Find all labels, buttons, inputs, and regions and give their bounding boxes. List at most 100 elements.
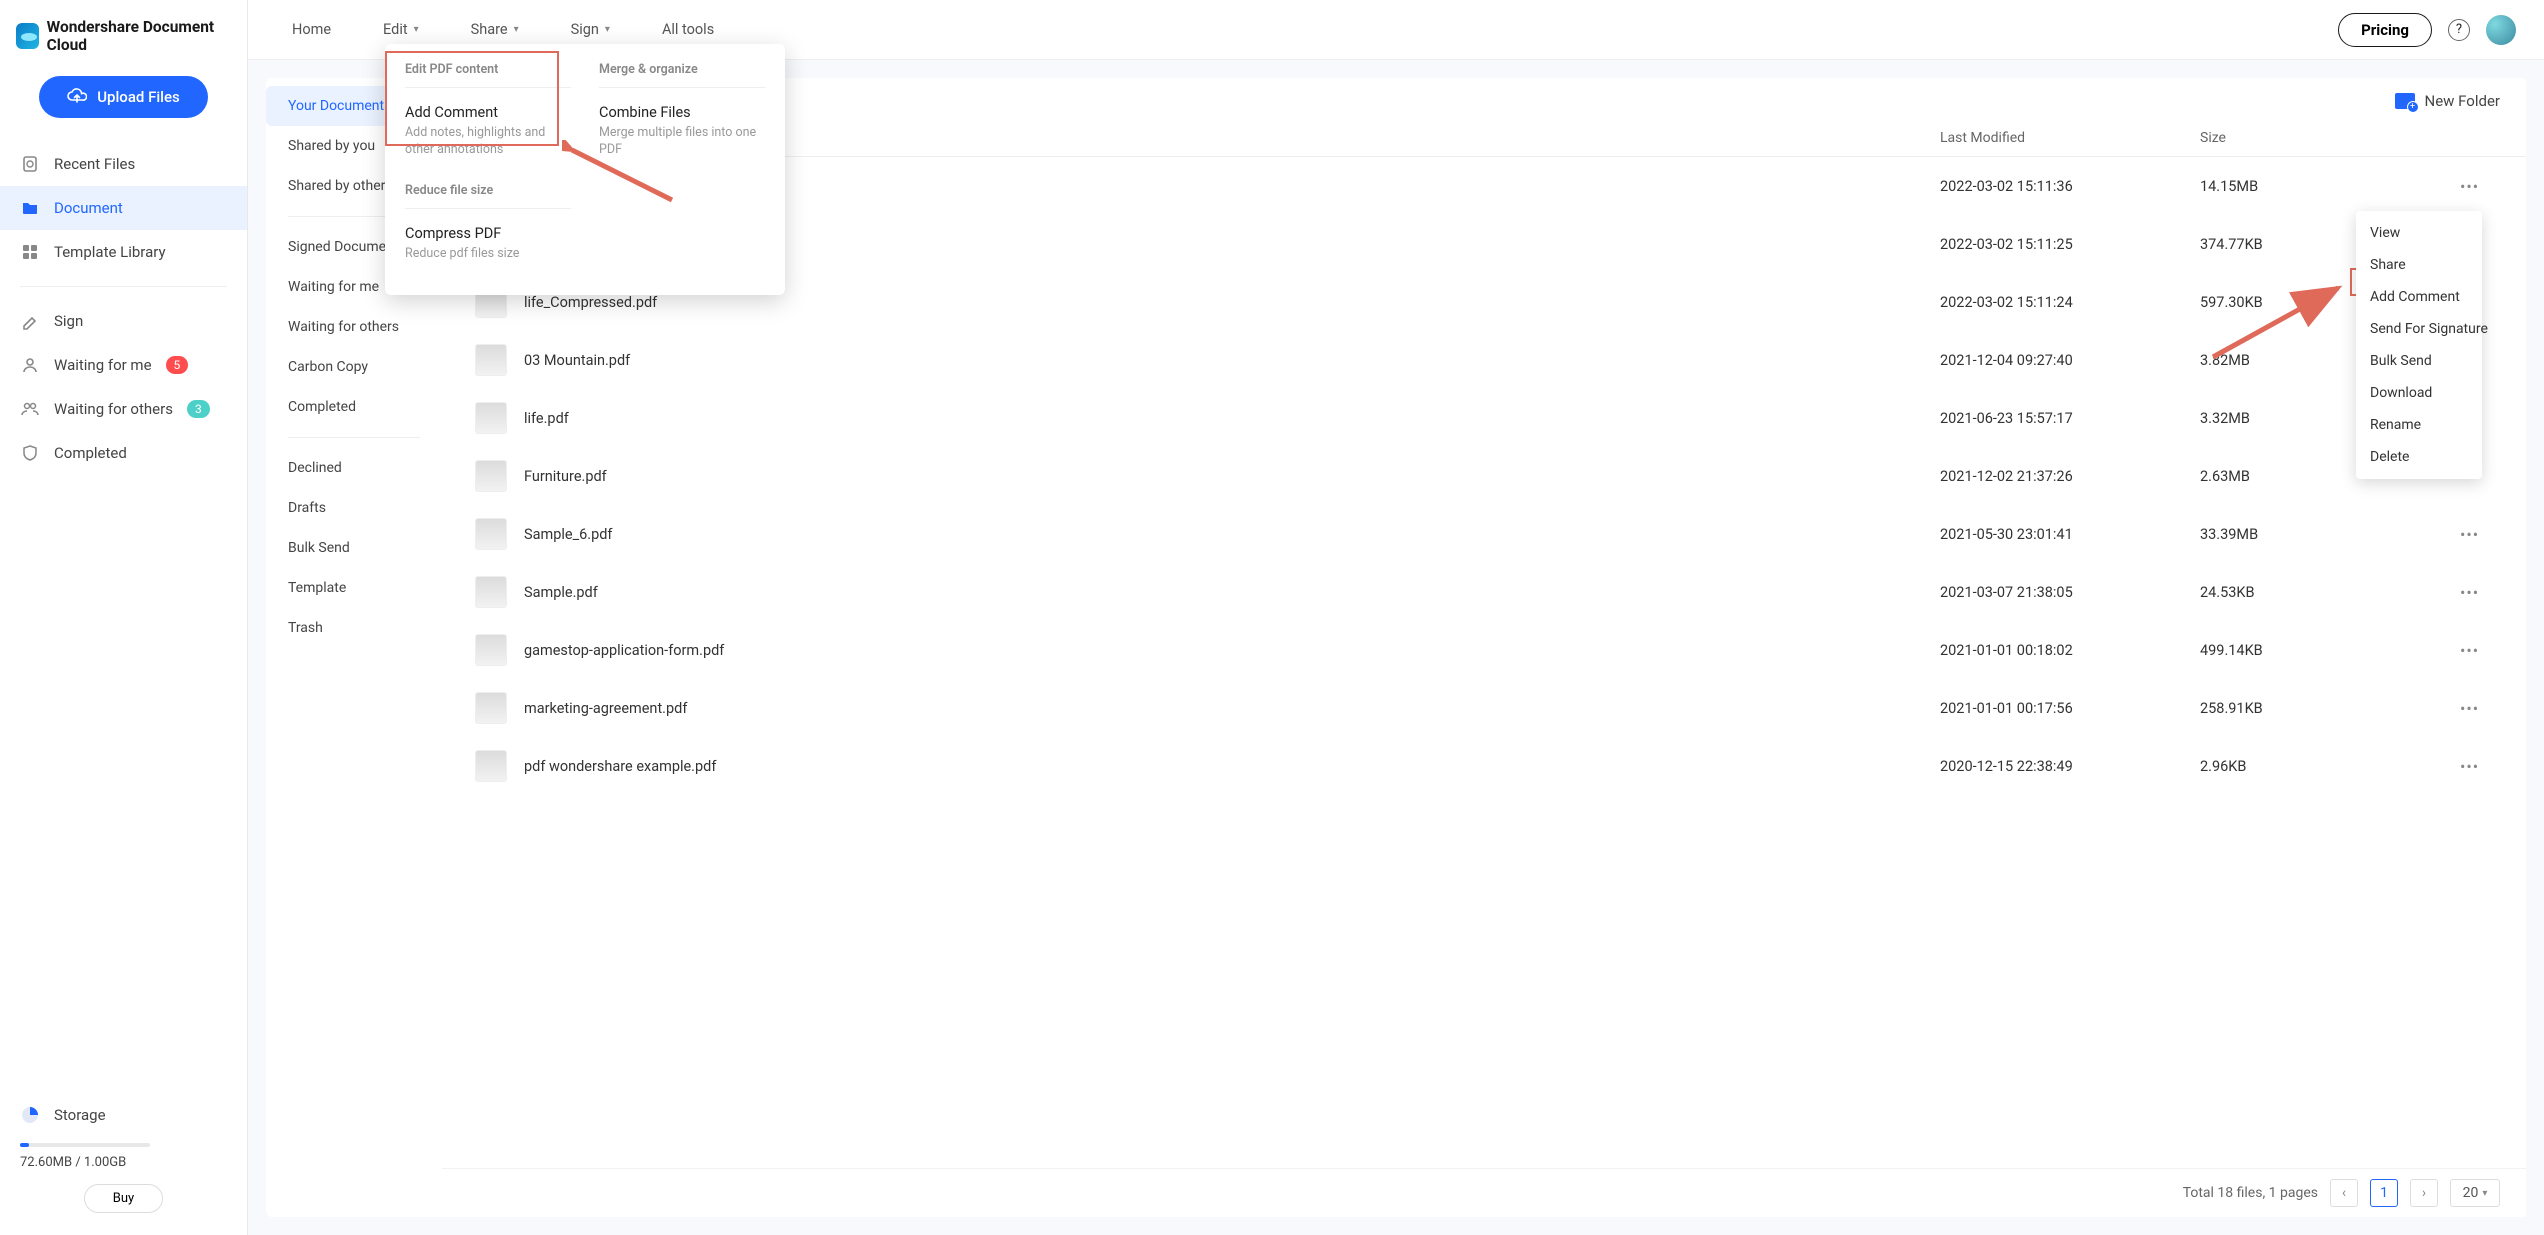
storage-label: Storage [54, 1106, 106, 1124]
nav-document[interactable]: Document [0, 186, 247, 230]
file-name: 03 Mountain.pdf [524, 352, 630, 369]
col-size[interactable]: Size [2200, 130, 2460, 146]
nav-label: Document [54, 199, 123, 217]
nav-template-library[interactable]: Template Library [0, 230, 247, 274]
storage-usage: 72.60MB / 1.00GB [20, 1155, 227, 1170]
dropdown-item-title: Compress PDF [405, 225, 571, 242]
pager-prev[interactable]: ‹ [2330, 1179, 2358, 1207]
nav-recent-files[interactable]: Recent Files [0, 142, 247, 186]
more-icon[interactable]: ••• [2460, 583, 2479, 602]
more-icon[interactable]: ••• [2460, 525, 2479, 544]
file-name: life.pdf [524, 410, 569, 427]
table-row[interactable]: life.pdf2021-06-23 15:57:173.32MB••• [442, 389, 2526, 447]
nav-label: Sign [54, 312, 83, 330]
file-modified: 2021-12-02 21:37:26 [1940, 468, 2200, 485]
nav-label: Waiting for me [54, 356, 152, 374]
shield-check-icon [20, 443, 40, 463]
avatar[interactable] [2486, 15, 2516, 45]
nav-waiting-for-others[interactable]: Waiting for others3 [0, 387, 247, 431]
file-modified: 2022-03-02 15:11:36 [1940, 178, 2200, 195]
chevron-down-icon: ▾ [514, 24, 519, 35]
file-thumb-icon [476, 403, 506, 433]
file-modified: 2021-05-30 23:01:41 [1940, 526, 2200, 543]
more-icon[interactable]: ••• [2460, 641, 2479, 660]
top-menu: Home Edit▾ Share ▾ Sign ▾ All tools [292, 21, 714, 38]
ctx-view[interactable]: View [2356, 217, 2482, 249]
ctx-send-for-signature[interactable]: Send For Signature [2356, 313, 2482, 345]
pager-next[interactable]: › [2410, 1179, 2438, 1207]
ctx-bulk-send[interactable]: Bulk Send [2356, 345, 2482, 377]
ctx-share[interactable]: Share [2356, 249, 2482, 281]
nav-label: Completed [54, 444, 127, 462]
more-icon[interactable]: ••• [2460, 699, 2479, 718]
nav-waiting-for-me[interactable]: Waiting for me5 [0, 343, 247, 387]
file-thumb-icon [476, 693, 506, 723]
help-icon[interactable]: ? [2448, 19, 2470, 41]
table-row[interactable]: marketing-agreement.pdf2021-01-01 00:17:… [442, 679, 2526, 737]
menu-label: Sign [571, 21, 599, 38]
filter-declined[interactable]: Declined [266, 448, 442, 488]
more-icon[interactable]: ••• [2460, 177, 2479, 196]
chevron-down-icon: ▾ [605, 24, 610, 35]
pagination: Total 18 files, 1 pages ‹ 1 › 20▾ [442, 1168, 2526, 1217]
brand-logo-icon [16, 23, 39, 49]
table-row[interactable]: 03 Mountain.pdf2021-12-04 09:27:403.82MB… [442, 331, 2526, 389]
ctx-download[interactable]: Download [2356, 377, 2482, 409]
table-row[interactable]: gamestop-application-form.pdf2021-01-01 … [442, 621, 2526, 679]
cloud-upload-icon [67, 88, 87, 106]
new-folder-button[interactable]: New Folder [2395, 92, 2500, 110]
menu-share[interactable]: Share ▾ [471, 21, 519, 38]
file-thumb-icon [476, 635, 506, 665]
buy-button[interactable]: Buy [84, 1184, 163, 1213]
file-thumb-icon [476, 461, 506, 491]
dropdown-item-desc: Add notes, highlights and other annotati… [405, 125, 571, 159]
ctx-add-comment[interactable]: Add Comment [2356, 281, 2482, 313]
file-thumb-icon [476, 751, 506, 781]
nav-sign[interactable]: Sign [0, 299, 247, 343]
table-row[interactable]: Furniture.pdf2021-12-02 21:37:262.63MB••… [442, 447, 2526, 505]
table-row[interactable]: Sample.pdf2021-03-07 21:38:0524.53KB••• [442, 563, 2526, 621]
ctx-delete[interactable]: Delete [2356, 441, 2482, 473]
menu-edit[interactable]: Edit▾ [383, 21, 419, 38]
nav-completed[interactable]: Completed [0, 431, 247, 475]
col-modified[interactable]: Last Modified [1940, 130, 2200, 146]
pricing-button[interactable]: Pricing [2338, 13, 2432, 47]
upload-files-button[interactable]: Upload Files [39, 76, 208, 118]
filter-waiting-for-others[interactable]: Waiting for others [266, 307, 442, 347]
ctx-rename[interactable]: Rename [2356, 409, 2482, 441]
row-context-menu: View Share Add Comment Send For Signatur… [2356, 211, 2482, 479]
dropdown-add-comment[interactable]: Add Comment Add notes, highlights and ot… [405, 98, 571, 169]
table-row[interactable]: pdf wondershare example.pdf 2020-12-15 22… [442, 737, 2526, 795]
menu-all-tools[interactable]: All tools [662, 21, 714, 38]
filter-drafts[interactable]: Drafts [266, 488, 442, 528]
menu-sign[interactable]: Sign ▾ [571, 21, 610, 38]
menu-home[interactable]: Home [292, 21, 331, 38]
folder-plus-icon [2395, 93, 2415, 109]
nav-label: Recent Files [54, 155, 135, 173]
file-thumb-icon [476, 577, 506, 607]
menu-label: Share [471, 21, 508, 38]
filter-trash[interactable]: Trash [266, 608, 442, 648]
file-name: pdf wondershare example.pdf [524, 758, 716, 775]
nav-label: Waiting for others [54, 400, 173, 418]
menu-label: All tools [662, 21, 714, 38]
grid-icon [20, 242, 40, 262]
filter-bulk-send[interactable]: Bulk Send [266, 528, 442, 568]
file-name: Furniture.pdf [524, 468, 607, 485]
storage-row[interactable]: Storage [20, 1105, 227, 1125]
pager-size[interactable]: 20▾ [2450, 1179, 2500, 1207]
more-icon[interactable]: ••• [2460, 757, 2479, 776]
table-row[interactable]: Sample_6.pdf2021-05-30 23:01:4133.39MB••… [442, 505, 2526, 563]
dropdown-compress-pdf[interactable]: Compress PDF Reduce pdf files size [405, 219, 571, 273]
dropdown-combine-files[interactable]: Combine Files Merge multiple files into … [599, 98, 765, 169]
pager-size-value: 20 [2463, 1185, 2479, 1201]
dropdown-section-heading: Merge & organize [599, 62, 765, 88]
pager-current[interactable]: 1 [2370, 1179, 2398, 1207]
file-name: gamestop-application-form.pdf [524, 642, 724, 659]
new-folder-label: New Folder [2425, 92, 2500, 110]
filter-completed[interactable]: Completed [266, 387, 442, 427]
filter-carbon-copy[interactable]: Carbon Copy [266, 347, 442, 387]
file-modified: 2020-12-15 22:38:49 [1940, 758, 2200, 775]
nav-separator [20, 286, 227, 287]
filter-template[interactable]: Template [266, 568, 442, 608]
